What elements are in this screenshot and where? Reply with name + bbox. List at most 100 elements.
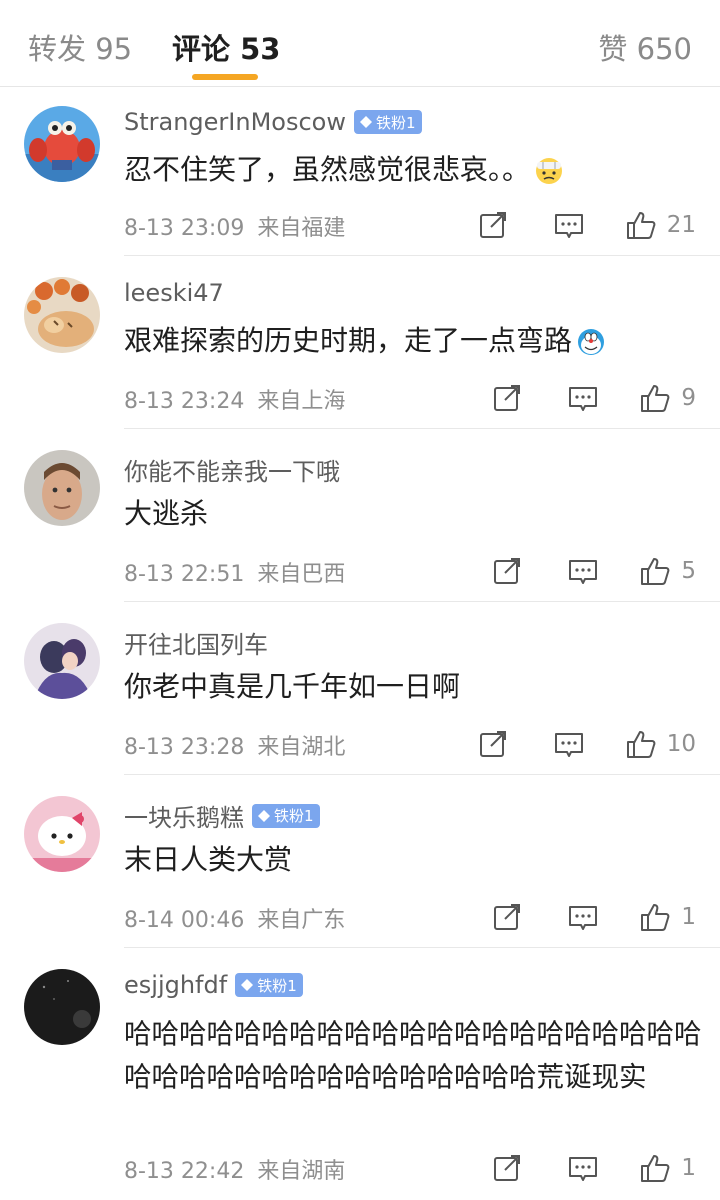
like-button[interactable]: 1 [639,901,696,933]
comment-icon[interactable] [567,555,599,587]
comment-item: 你能不能亲我一下哦 大逃杀 8-13 22:51 来自巴西 5 [0,430,720,602]
divider [124,774,720,775]
divider [124,255,720,256]
username-row: 一块乐鹅糕 铁粉1 [124,798,320,833]
avatar[interactable] [24,106,100,182]
location: 来自广东 [257,908,346,933]
like-count: 1 [681,1155,696,1181]
username-row: 开往北国列车 [124,625,268,660]
thumbs-up-icon [641,385,670,412]
diamond-icon [241,979,254,991]
comment-meta: 8-14 00:46 来自广东 [124,902,345,934]
comment-item: esjjghfdf 铁粉1 哈哈哈哈哈哈哈哈哈哈哈哈哈哈哈哈哈哈哈哈哈哈哈哈哈哈… [0,949,720,1200]
username-row: esjjghfdf 铁粉1 [124,971,303,999]
tab-comments[interactable]: 评论 53 [172,26,280,68]
avatar[interactable] [24,450,100,526]
username[interactable]: StrangerInMoscow [124,108,346,136]
share-icon[interactable] [477,209,509,241]
comment-text-content: 你老中真是几千年如一日啊 [124,670,461,703]
comment-item: StrangerInMoscow 铁粉1 忍不住笑了，虽然感觉很悲哀。。 8-1… [0,86,720,256]
username[interactable]: 一块乐鹅糕 [124,798,244,833]
thumbs-up-icon [626,212,656,239]
fan-badge-label: 铁粉1 [376,113,416,132]
comment-text: 你老中真是几千年如一日啊 [124,665,704,709]
avatar[interactable] [24,969,100,1045]
share-icon[interactable] [491,901,523,933]
username[interactable]: esjjghfdf [124,971,227,999]
comment-item: leeski47 艰难探索的历史时期，走了一点弯路 8-13 23:24 来自上… [0,257,720,429]
share-icon[interactable] [491,555,523,587]
comment-text-content: 艰难探索的历史时期，走了一点弯路 [124,324,573,357]
comment-icon[interactable] [567,901,599,933]
tab-likes[interactable]: 赞 650 [598,26,692,68]
timestamp: 8-13 23:28 [124,735,245,760]
avatar[interactable] [24,623,100,699]
timestamp: 8-13 23:24 [124,389,245,414]
username-row: 你能不能亲我一下哦 [124,452,340,487]
location: 来自巴西 [257,562,346,587]
share-icon[interactable] [477,728,509,760]
tab-bar: 转发 95 评论 53 赞 650 [0,0,720,87]
comment-meta: 8-13 22:51 来自巴西 [124,556,345,588]
username[interactable]: 开往北国列车 [124,625,268,660]
like-count: 9 [681,385,696,411]
location: 来自湖北 [257,735,346,760]
like-button[interactable]: 21 [625,209,696,241]
comment-text-content: 末日人类大赏 [124,843,293,876]
face-with-bandage-emoji [536,158,563,184]
comment-icon[interactable] [567,1152,599,1184]
comment-meta: 8-13 23:09 来自福建 [124,210,345,242]
like-count: 21 [666,212,696,238]
thumbs-up-icon [641,904,670,931]
like-button[interactable]: 5 [639,555,696,587]
username[interactable]: 你能不能亲我一下哦 [124,452,340,487]
like-count: 10 [666,731,696,757]
location: 来自湖南 [257,1159,346,1184]
like-button[interactable]: 10 [625,728,696,760]
like-count: 5 [681,558,696,584]
comment-meta: 8-13 23:24 来自上海 [124,383,345,415]
share-icon[interactable] [491,382,523,414]
thumbs-up-icon [626,731,656,758]
timestamp: 8-13 22:51 [124,562,245,587]
comment-text: 艰难探索的历史时期，走了一点弯路 [124,319,704,363]
username-row: leeski47 [124,279,224,307]
username-row: StrangerInMoscow 铁粉1 [124,108,422,136]
timestamp: 8-13 22:42 [124,1159,245,1184]
username[interactable]: leeski47 [124,279,224,307]
comment-text-content: 忍不住笑了，虽然感觉很悲哀。。 [124,153,531,186]
action-row: 21 [477,208,696,242]
timestamp: 8-14 00:46 [124,908,245,933]
avatar[interactable] [24,796,100,872]
timestamp: 8-13 23:09 [124,216,245,241]
action-row: 1 [491,900,696,934]
active-tab-indicator [192,74,258,80]
action-row: 9 [491,381,696,415]
comment-text-content: 大逃杀 [124,497,209,530]
comment-icon[interactable] [553,209,585,241]
like-button[interactable]: 9 [639,382,696,414]
comment-meta: 8-13 22:42 来自湖南 [124,1153,345,1185]
doraemon-emoji [578,329,605,355]
thumbs-up-icon [641,1155,670,1182]
tab-forwards[interactable]: 转发 95 [28,26,132,68]
location: 来自上海 [257,389,346,414]
action-row: 5 [491,554,696,588]
divider [124,947,720,948]
action-row: 10 [477,727,696,761]
comment-text: 哈哈哈哈哈哈哈哈哈哈哈哈哈哈哈哈哈哈哈哈哈哈哈哈哈哈哈哈哈哈哈哈哈哈哈哈荒诞现实 [124,1013,704,1099]
share-icon[interactable] [491,1152,523,1184]
comment-item: 开往北国列车 你老中真是几千年如一日啊 8-13 23:28 来自湖北 10 [0,603,720,775]
avatar[interactable] [24,277,100,353]
comment-icon[interactable] [567,382,599,414]
fan-badge-label: 铁粉1 [274,807,314,825]
comment-text: 大逃杀 [124,492,704,536]
fan-badge-label: 铁粉1 [257,976,297,995]
location: 来自福建 [257,216,346,241]
comment-icon[interactable] [553,728,585,760]
like-count: 1 [681,904,696,930]
like-button[interactable]: 1 [639,1152,696,1184]
comment-meta: 8-13 23:28 来自湖北 [124,729,345,761]
divider [124,428,720,429]
fan-badge: 铁粉1 [354,110,422,134]
